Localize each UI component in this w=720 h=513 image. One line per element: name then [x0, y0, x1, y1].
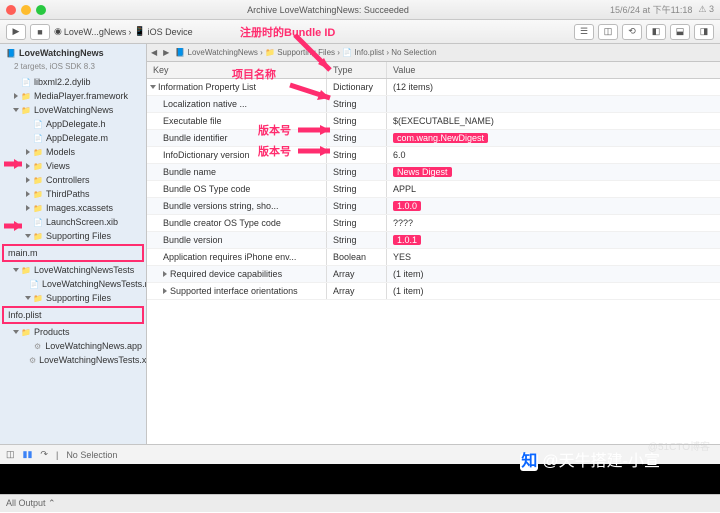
tree-item[interactable]: 📁Views [0, 159, 146, 173]
tree-item[interactable]: 📁Models [0, 145, 146, 159]
tree-item[interactable]: 📁ThirdPaths [0, 187, 146, 201]
tree-item[interactable]: ⚙LoveWatchingNews.app [0, 339, 146, 353]
plist-row[interactable]: Localization native ...String [147, 96, 720, 113]
plist-row[interactable]: Application requires iPhone env...Boolea… [147, 249, 720, 266]
editor-assistant-button[interactable]: ◫ [598, 24, 618, 40]
stop-button[interactable]: ■ [30, 24, 50, 40]
zoom-icon[interactable] [36, 5, 46, 15]
bottom-bar: All Output ⌃ [0, 494, 720, 512]
warning-badge[interactable]: ⚠ 3 [698, 4, 714, 15]
plist-row[interactable]: Supported interface orientationsArray(1 … [147, 283, 720, 300]
nav-back-icon[interactable]: ◀ [151, 48, 157, 57]
tree-item[interactable]: 📄libxml2.2.dylib [0, 75, 146, 89]
plist-table[interactable]: Information Property ListDictionary(12 i… [147, 79, 720, 444]
plist-row[interactable]: Information Property ListDictionary(12 i… [147, 79, 720, 96]
plist-row[interactable]: InfoDictionary versionString6.0 [147, 147, 720, 164]
watermark: 知@天牛搭建-小宣 [520, 447, 660, 471]
plist-row[interactable]: Required device capabilitiesArray(1 item… [147, 266, 720, 283]
col-type-header[interactable]: Type [327, 62, 387, 78]
tree-item[interactable]: 📁Supporting Files [0, 291, 146, 305]
close-icon[interactable] [6, 5, 16, 15]
toolbar: ▶ ■ ◉ LoveW...gNews › 📱 iOS Device ☰ ◫ ⟲… [0, 20, 720, 44]
col-key-header[interactable]: Key [147, 62, 327, 78]
panel-left-button[interactable]: ◧ [646, 24, 666, 40]
tree-item[interactable]: 📁LoveWatchingNewsTests [0, 263, 146, 277]
editor-standard-button[interactable]: ☰ [574, 24, 594, 40]
scheme-selector[interactable]: ◉ LoveW...gNews › [54, 26, 131, 37]
plist-row[interactable]: Executable fileString$(EXECUTABLE_NAME) [147, 113, 720, 130]
panel-bottom-button[interactable]: ⬓ [670, 24, 690, 40]
editor-version-button[interactable]: ⟲ [622, 24, 642, 40]
debug-no-selection: No Selection [66, 450, 117, 460]
tree-item[interactable]: 📄LaunchScreen.xib [0, 215, 146, 229]
project-root[interactable]: 📘LoveWatchingNews [0, 44, 146, 62]
tree-item[interactable]: 📄LoveWatchingNewsTests.m [0, 277, 146, 291]
highlighted-file-main[interactable]: main.m [2, 244, 144, 262]
plist-row[interactable]: Bundle identifierStringcom.wang.NewDiges… [147, 130, 720, 147]
tree-item[interactable]: 📁Supporting Files [0, 229, 146, 243]
debug-step-icon[interactable]: ↷ [40, 449, 48, 460]
debug-pause-icon[interactable]: ▮▮ [23, 449, 33, 460]
traffic-lights [6, 5, 46, 15]
tree-item[interactable]: 📁MediaPlayer.framework [0, 89, 146, 103]
run-button[interactable]: ▶ [6, 24, 26, 40]
plist-row[interactable]: Bundle creator OS Type codeString???? [147, 215, 720, 232]
project-subtitle: 2 targets, iOS SDK 8.3 [0, 62, 146, 75]
jump-bar[interactable]: ◀ ▶ 📘 LoveWatchingNews › 📁 Supporting Fi… [147, 44, 720, 62]
col-value-header[interactable]: Value [387, 62, 720, 78]
tree-item[interactable]: 📁Images.xcassets [0, 201, 146, 215]
nav-fwd-icon[interactable]: ▶ [163, 48, 169, 57]
plist-header: Key Type Value [147, 62, 720, 79]
project-navigator[interactable]: 📘LoveWatchingNews 2 targets, iOS SDK 8.3… [0, 44, 147, 444]
tree-item[interactable]: ⚙LoveWatchingNewsTests.xctest [0, 353, 146, 367]
highlighted-file-infoplist[interactable]: Info.plist [2, 306, 144, 324]
plist-row[interactable]: Bundle OS Type codeStringAPPL [147, 181, 720, 198]
tree-item[interactable]: 📄AppDelegate.h [0, 117, 146, 131]
build-date: 15/6/24 at 下午11:18 [610, 3, 692, 16]
output-filter[interactable]: All Output ⌃ [6, 498, 56, 509]
watermark-51cto: @51CTO博客 [648, 438, 710, 453]
device-selector[interactable]: 📱 iOS Device [134, 26, 192, 37]
plist-row[interactable]: Bundle versions string, sho...String1.0.… [147, 198, 720, 215]
debug-view-icon[interactable]: ◫ [6, 449, 15, 460]
zhihu-icon: 知 [520, 453, 538, 471]
minimize-icon[interactable] [21, 5, 31, 15]
tree-item[interactable]: 📁Products [0, 325, 146, 339]
build-status: Archive LoveWatchingNews: Succeeded [51, 5, 605, 15]
titlebar: Archive LoveWatchingNews: Succeeded 15/6… [0, 0, 720, 20]
tree-item[interactable]: 📄AppDelegate.m [0, 131, 146, 145]
panel-right-button[interactable]: ◨ [694, 24, 714, 40]
tree-item[interactable]: 📁LoveWatchingNews [0, 103, 146, 117]
plist-row[interactable]: Bundle nameStringNews Digest [147, 164, 720, 181]
tree-item[interactable]: 📁Controllers [0, 173, 146, 187]
plist-row[interactable]: Bundle versionString1.0.1 [147, 232, 720, 249]
